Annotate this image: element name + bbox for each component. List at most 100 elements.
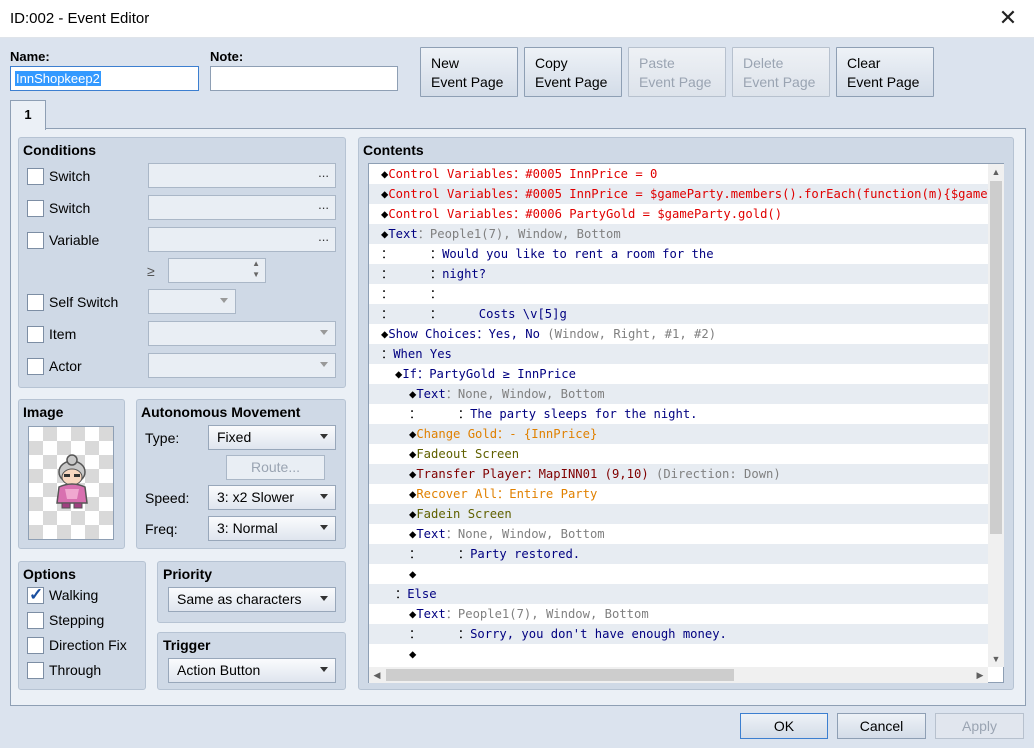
delete-button-line2: Event Page — [743, 74, 816, 90]
variable-field[interactable]: ... — [148, 227, 336, 252]
paste-button-line1: Paste — [639, 55, 675, 71]
apply-button[interactable]: Apply — [935, 713, 1024, 739]
variable-value-spinner[interactable]: ▲ ▼ — [168, 258, 266, 283]
command-segment: When Yes — [393, 347, 452, 361]
spin-down-icon[interactable]: ▼ — [252, 270, 260, 279]
command-row[interactable]: ◆Control Variables：#0005 InnPrice = 0 — [369, 164, 989, 184]
self-switch-checkbox[interactable] — [27, 294, 44, 311]
character-image[interactable] — [28, 426, 114, 540]
priority-dropdown[interactable]: Same as characters — [168, 587, 336, 612]
actor-checkbox[interactable] — [27, 358, 44, 375]
freq-dropdown[interactable]: 3: Normal — [208, 516, 336, 541]
command-row[interactable]: ◆Show Choices：Yes, No (Window, Right, #1… — [369, 324, 989, 344]
close-icon[interactable]: ✕ — [996, 6, 1020, 30]
chevron-down-icon — [320, 525, 328, 530]
command-segment: ：None, Window, Bottom — [445, 387, 605, 401]
command-row[interactable]: ： ： — [369, 284, 989, 304]
through-checkbox[interactable] — [27, 662, 44, 679]
options-title: Options — [23, 566, 76, 582]
command-row[interactable]: ◆Text：People1(7), Window, Bottom — [369, 604, 989, 624]
route-button[interactable]: Route... — [226, 455, 325, 480]
priority-title: Priority — [163, 566, 213, 582]
command-row[interactable]: ◆Control Variables：#0005 InnPrice = $gam… — [369, 184, 989, 204]
command-segment: Text — [416, 387, 446, 401]
command-row[interactable]: ◆ — [369, 644, 989, 664]
vertical-scroll-thumb[interactable] — [990, 181, 1002, 534]
command-row[interactable]: ◆Text：None, Window, Bottom — [369, 524, 989, 544]
movement-type-dropdown[interactable]: Fixed — [208, 425, 336, 450]
command-segment: Text — [416, 527, 446, 541]
command-row[interactable]: ：Else — [369, 584, 989, 604]
variable-checkbox[interactable] — [27, 232, 44, 249]
switch2-dots-icon: ... — [318, 197, 329, 212]
command-row[interactable]: ◆Control Variables：#0006 PartyGold = $ga… — [369, 204, 989, 224]
direction-fix-checkbox[interactable] — [27, 637, 44, 654]
scroll-left-icon[interactable]: ◀ — [369, 667, 385, 683]
walking-checkbox[interactable] — [27, 585, 44, 605]
horizontal-scroll-thumb[interactable] — [386, 669, 734, 681]
command-row[interactable]: ◆Recover All：Entire Party — [369, 484, 989, 504]
item-dropdown[interactable] — [148, 321, 336, 346]
window-title: ID:002 - Event Editor — [10, 10, 150, 27]
stepping-checkbox[interactable] — [27, 612, 44, 629]
switch1-checkbox[interactable] — [27, 168, 44, 185]
item-label: Item — [49, 326, 77, 342]
speed-label: Speed: — [145, 490, 190, 506]
horizontal-scrollbar[interactable]: ◀ ▶ — [369, 667, 988, 683]
freq-value: 3: Normal — [217, 520, 278, 536]
self-switch-dropdown[interactable] — [148, 289, 236, 314]
command-segment: ：None, Window, Bottom — [445, 527, 605, 541]
switch1-label: Switch — [49, 168, 91, 184]
command-row[interactable]: ： ：Sorry, you don't have enough money. — [369, 624, 989, 644]
command-row[interactable]: ： ：Party restored. — [369, 544, 989, 564]
command-row[interactable]: ◆ — [369, 564, 989, 584]
trigger-dropdown[interactable]: Action Button — [168, 658, 336, 683]
item-checkbox[interactable] — [27, 326, 44, 343]
switch2-field[interactable]: ... — [148, 195, 336, 220]
through-label: Through — [49, 662, 102, 678]
note-input[interactable] — [210, 66, 398, 91]
name-input[interactable]: InnShopkeep2 — [10, 66, 199, 91]
command-segment: night? — [442, 267, 487, 281]
tab-page-1[interactable]: 1 — [10, 100, 46, 130]
copy-event-page-button[interactable]: Copy Event Page — [524, 47, 622, 97]
command-row[interactable]: ◆Text：None, Window, Bottom — [369, 384, 989, 404]
vertical-scrollbar[interactable]: ▲ ▼ — [988, 164, 1004, 667]
command-segment: Else — [407, 587, 437, 601]
command-row[interactable]: ：When Yes — [369, 344, 989, 364]
command-row[interactable]: ◆Fadeout Screen — [369, 444, 989, 464]
command-row[interactable]: ： ：Would you like to rent a room for the — [369, 244, 989, 264]
event-commands-list[interactable]: ◆Control Variables：#0005 InnPrice = 0 ◆Co… — [368, 163, 1004, 683]
switch1-field[interactable]: ... — [148, 163, 336, 188]
command-row[interactable]: ： ：night? — [369, 264, 989, 284]
paste-event-page-button[interactable]: Paste Event Page — [628, 47, 726, 97]
command-segment: ： ： — [381, 267, 443, 281]
command-row[interactable]: ◆Fadein Screen — [369, 504, 989, 524]
scroll-right-icon[interactable]: ▶ — [972, 667, 988, 683]
ok-button[interactable]: OK — [740, 713, 828, 739]
command-row[interactable]: ◆Transfer Player：MapINN01 (9,10) (Direct… — [369, 464, 989, 484]
command-row[interactable]: ◆Text：People1(7), Window, Bottom — [369, 224, 989, 244]
delete-event-page-button[interactable]: Delete Event Page — [732, 47, 830, 97]
spin-up-icon[interactable]: ▲ — [252, 259, 260, 268]
name-value: InnShopkeep2 — [15, 71, 101, 86]
command-segment: Text — [416, 607, 446, 621]
command-segment: Fadeout Screen — [416, 447, 520, 461]
command-segment: ： — [395, 587, 408, 601]
contents-title: Contents — [363, 142, 424, 158]
command-segment: (Window, Right, #1, #2) — [547, 327, 717, 341]
switch2-checkbox[interactable] — [27, 200, 44, 217]
image-title: Image — [23, 404, 64, 420]
new-event-page-button[interactable]: New Event Page — [420, 47, 518, 97]
speed-dropdown[interactable]: 3: x2 Slower — [208, 485, 336, 510]
cancel-button[interactable]: Cancel — [837, 713, 926, 739]
command-row[interactable]: ： ： Costs \v[5]g — [369, 304, 989, 324]
freq-label: Freq: — [145, 521, 178, 537]
command-row[interactable]: ◆Change Gold：- {InnPrice} — [369, 424, 989, 444]
scroll-up-icon[interactable]: ▲ — [988, 164, 1004, 180]
command-row[interactable]: ： ：The party sleeps for the night. — [369, 404, 989, 424]
actor-dropdown[interactable] — [148, 353, 336, 378]
command-row[interactable]: ◆If：PartyGold ≥ InnPrice — [369, 364, 989, 384]
scroll-down-icon[interactable]: ▼ — [988, 651, 1004, 667]
clear-event-page-button[interactable]: Clear Event Page — [836, 47, 934, 97]
